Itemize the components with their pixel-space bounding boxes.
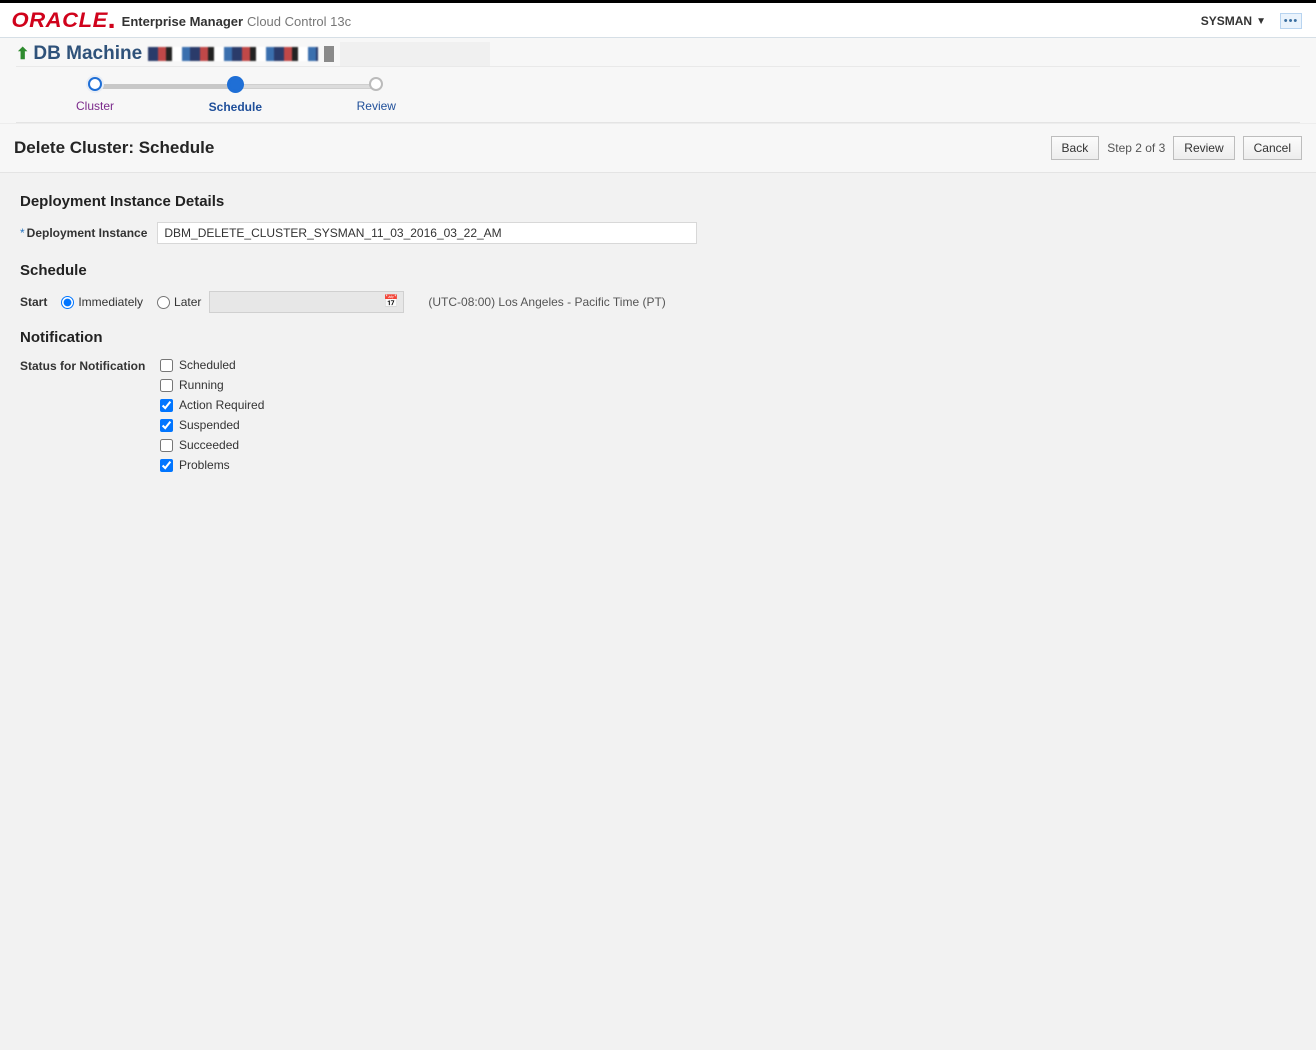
later-date-input <box>209 291 404 313</box>
check-suspended-input[interactable] <box>160 419 173 432</box>
check-problems-input[interactable] <box>160 459 173 472</box>
calendar-icon[interactable]: 📅 <box>383 294 398 308</box>
check-succeeded-label: Succeeded <box>179 438 239 452</box>
target-icon <box>324 46 334 62</box>
check-action-required[interactable]: Action Required <box>160 398 264 412</box>
radio-immediately-input[interactable] <box>61 296 74 309</box>
start-label: Start <box>20 295 47 309</box>
deployment-instance-label: Deployment Instance <box>27 226 148 240</box>
radio-immediately-label: Immediately <box>78 295 143 309</box>
status-up-icon: ⬆ <box>16 44 29 64</box>
cancel-button[interactable]: Cancel <box>1243 136 1302 160</box>
page-title: Delete Cluster: Schedule <box>14 138 214 158</box>
later-date-wrap: 📅 <box>209 291 404 313</box>
schedule-start-row: Start Immediately Later 📅 (UTC-08:00) Lo… <box>20 291 1296 313</box>
check-action-required-input[interactable] <box>160 399 173 412</box>
check-problems[interactable]: Problems <box>160 458 264 472</box>
review-button[interactable]: Review <box>1173 136 1234 160</box>
page-header: Delete Cluster: Schedule Back Step 2 of … <box>0 123 1316 173</box>
target-bar: ⬆ DB Machine Cluster Schedule Review <box>0 38 1316 123</box>
check-suspended-label: Suspended <box>179 418 240 432</box>
check-scheduled-label: Scheduled <box>179 358 236 372</box>
content-area: Deployment Instance Details * Deployment… <box>0 173 1316 486</box>
wizard-step-review[interactable]: Review <box>357 77 396 114</box>
check-suspended[interactable]: Suspended <box>160 418 264 432</box>
check-action-required-label: Action Required <box>179 398 264 412</box>
check-running[interactable]: Running <box>160 378 264 392</box>
brand-em-label: Enterprise Manager <box>122 14 243 29</box>
wizard-step-schedule[interactable]: Schedule <box>209 77 262 114</box>
check-succeeded[interactable]: Succeeded <box>160 438 264 452</box>
deployment-instance-input[interactable] <box>157 222 697 244</box>
radio-later-input[interactable] <box>157 296 170 309</box>
back-button[interactable]: Back <box>1051 136 1100 160</box>
user-name: SYSMAN <box>1201 14 1252 28</box>
deployment-section-title: Deployment Instance Details <box>20 193 1296 210</box>
brand-cc-label: Cloud Control 13c <box>247 14 351 29</box>
radio-immediately[interactable]: Immediately <box>61 295 143 309</box>
oracle-logo: ORACLE <box>12 9 115 33</box>
check-running-input[interactable] <box>160 379 173 392</box>
notification-section-title: Notification <box>20 329 1296 346</box>
step-indicator: Step 2 of 3 <box>1107 141 1165 155</box>
wizard-train: Cluster Schedule Review <box>16 66 1300 123</box>
wizard-step-cluster[interactable]: Cluster <box>76 77 114 114</box>
deployment-instance-row: * Deployment Instance <box>20 222 1296 244</box>
required-asterisk: * <box>20 226 25 240</box>
check-scheduled[interactable]: Scheduled <box>160 358 264 372</box>
check-running-label: Running <box>179 378 224 392</box>
timezone-text: (UTC-08:00) Los Angeles - Pacific Time (… <box>428 295 665 309</box>
target-title[interactable]: DB Machine <box>33 43 142 65</box>
target-tabs-placeholder <box>340 42 490 66</box>
global-actions-button[interactable]: ••• <box>1280 13 1302 29</box>
schedule-section-title: Schedule <box>20 262 1296 279</box>
user-menu[interactable]: SYSMAN ▼ <box>1201 14 1266 28</box>
check-problems-label: Problems <box>179 458 230 472</box>
caret-down-icon: ▼ <box>1256 16 1266 27</box>
radio-later[interactable]: Later <box>157 295 201 309</box>
status-for-notification-label: Status for Notification <box>20 358 160 472</box>
brand-bar: ORACLE Enterprise Manager Cloud Control … <box>0 0 1316 38</box>
check-scheduled-input[interactable] <box>160 359 173 372</box>
target-title-redacted <box>148 47 318 61</box>
notification-grid: Status for Notification Scheduled Runnin… <box>20 358 1296 472</box>
check-succeeded-input[interactable] <box>160 439 173 452</box>
radio-later-label: Later <box>174 295 201 309</box>
